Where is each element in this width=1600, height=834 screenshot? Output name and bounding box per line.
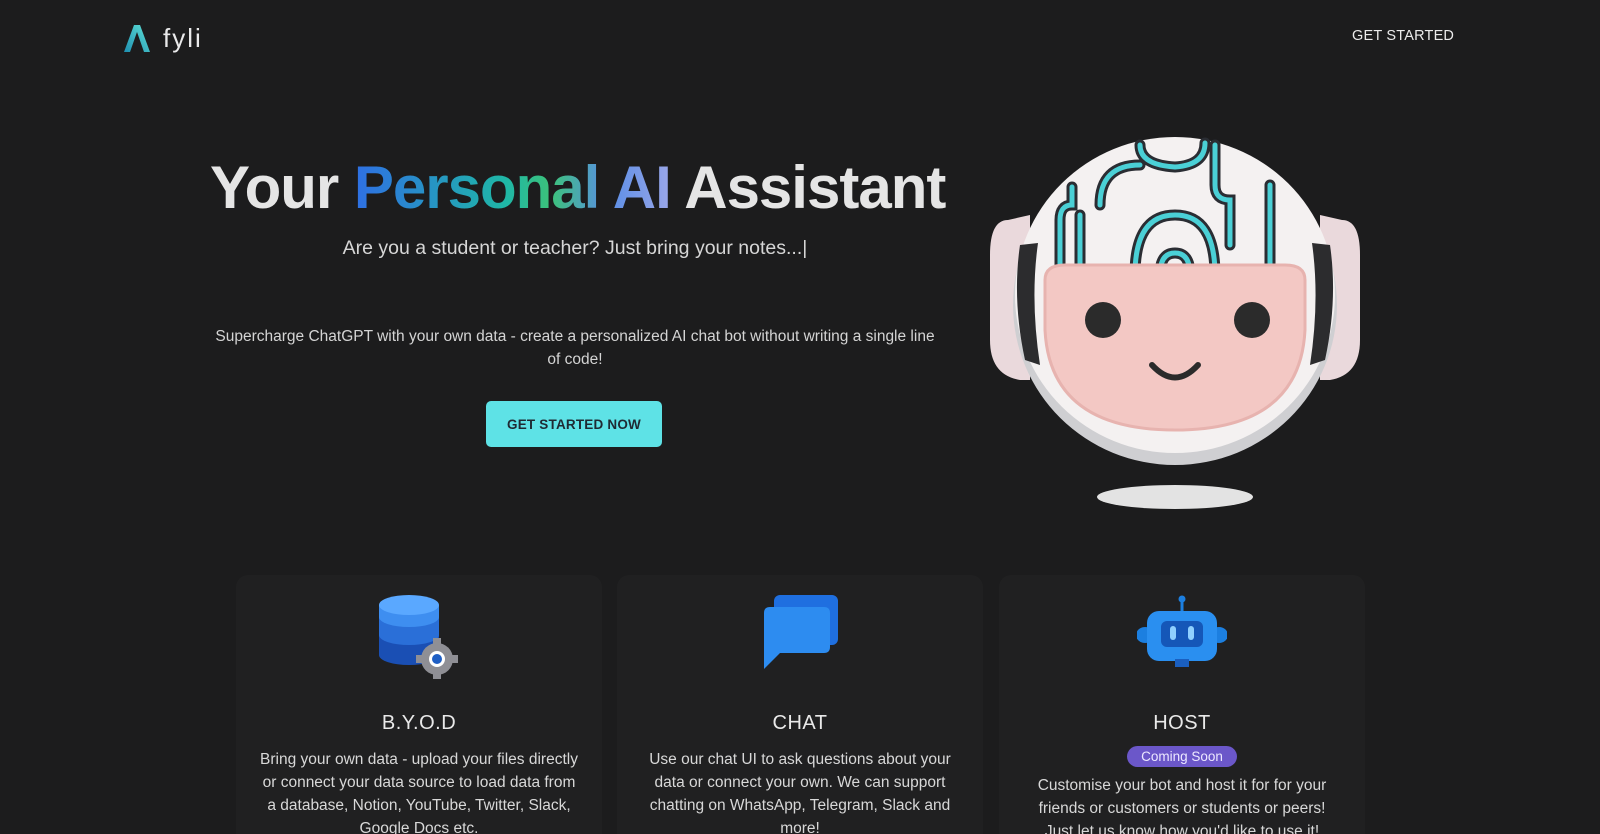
feature-title: HOST: [1153, 712, 1211, 734]
feature-card-byod: B.Y.O.D Bring your own data - upload you…: [236, 575, 602, 834]
chat-bubbles-icon: [764, 595, 838, 669]
hero-title-start: Your: [210, 154, 339, 221]
robot-icon: [1137, 595, 1227, 667]
feature-description: Use our chat UI to ask questions about y…: [649, 751, 951, 834]
top-nav: fyli GET STARTED: [0, 0, 1600, 78]
get-started-now-button[interactable]: GET STARTED NOW: [486, 401, 662, 447]
feature-title: B.Y.O.D: [381, 712, 457, 734]
hero-title: Your Personal AI Assistant: [210, 152, 946, 224]
brand-name: fyli: [163, 22, 203, 53]
get-started-link[interactable]: GET STARTED: [1352, 28, 1454, 44]
robot-mascot-illustration: [990, 137, 1360, 509]
feature-title: CHAT: [772, 712, 828, 734]
feature-description: Bring your own data - upload your files …: [260, 751, 578, 834]
feature-description: Customise your bot and host it for for y…: [1037, 777, 1327, 834]
hero-title-highlight: Personal AI: [353, 154, 672, 221]
hero-title-end: Assistant: [684, 154, 946, 221]
feature-card-host: HOST Coming Soon Customise your bot and …: [999, 575, 1365, 834]
coming-soon-badge: Coming Soon: [1127, 746, 1237, 767]
feature-card-chat: CHAT Use our chat UI to ask questions ab…: [617, 575, 983, 834]
database-gear-icon: [379, 595, 458, 679]
hero-description: Supercharge ChatGPT with your own data -…: [215, 328, 935, 368]
brand-logo[interactable]: fyli: [121, 22, 203, 54]
fyli-logo-icon: [124, 25, 150, 52]
hero-subtitle: Are you a student or teacher? Just bring…: [342, 237, 808, 259]
